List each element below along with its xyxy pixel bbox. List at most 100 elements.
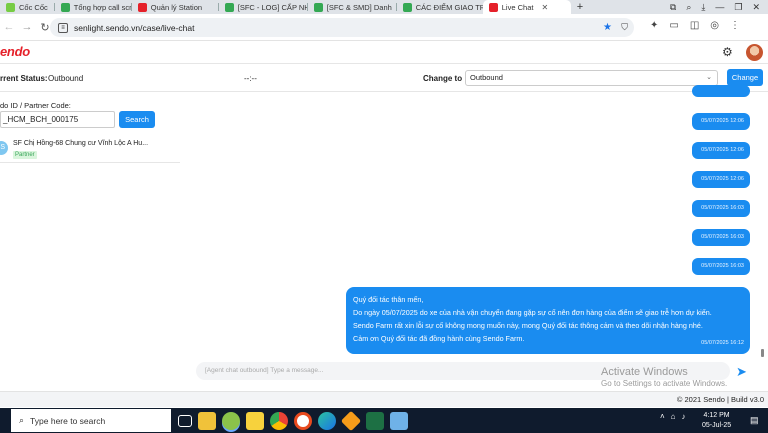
chat-bubble: [692, 85, 750, 97]
tab-label: Quản lý Station: [150, 2, 203, 12]
coccoc-icon: [6, 2, 15, 12]
app-header: endo ⚙: [0, 41, 768, 64]
search-label: do ID / Partner Code:: [0, 101, 71, 110]
change-to-label: Change to: [423, 74, 463, 83]
chat-bubble: 05/07/2025 16:03: [692, 200, 750, 217]
browser-tab-coccoc[interactable]: Cốc Cốc: [0, 0, 54, 14]
site-info-icon[interactable]: ≡: [58, 22, 68, 33]
tab-label: [SFC & SMD] Danh: [326, 2, 392, 12]
volume-icon[interactable]: ♪: [682, 412, 686, 421]
partner-code-input[interactable]: _HCM_BCH_000175: [0, 111, 115, 128]
change-button[interactable]: Change: [727, 69, 763, 86]
shield-icon[interactable]: ⛉: [621, 22, 628, 33]
sheets-icon: [60, 2, 70, 12]
browser-tab[interactable]: CÁC ĐIỂM GIAO TR: [397, 0, 483, 14]
send-icon[interactable]: ➤: [736, 364, 747, 380]
left-panel: do ID / Partner Code: _HCM_BCH_000175 Se…: [0, 93, 185, 383]
clock-time: 4:12 PM: [703, 412, 730, 419]
network-icon[interactable]: ⌂: [671, 412, 676, 421]
browser-tab-strip: Cốc Cốc Tổng hợp call scrip Quản lý Stat…: [0, 0, 768, 14]
chevron-up-icon[interactable]: ˄: [660, 412, 665, 421]
tab-label: Live Chat: [501, 2, 534, 12]
partner-badge: Partner: [13, 151, 37, 159]
notes-app-icon[interactable]: [390, 412, 408, 430]
clock-date: 05-Jul-25: [702, 422, 732, 429]
taskbar-search[interactable]: ⌕ Type here to search: [11, 409, 171, 432]
avatar[interactable]: [746, 44, 763, 61]
opera-icon[interactable]: [294, 412, 312, 430]
message-line: Sendo Farm rất xin lỗi sự cố không mong …: [353, 321, 703, 330]
message-line: Quý đối tác thân mến,: [353, 295, 424, 304]
bookmark-icon[interactable]: ⧉: [670, 2, 676, 13]
status-select[interactable]: Outbound ⌄: [465, 70, 718, 86]
sidebar-icon[interactable]: ◫: [690, 20, 699, 31]
close-window-icon[interactable]: ✕: [752, 2, 760, 13]
new-tab-button[interactable]: +: [571, 0, 589, 14]
sheets-icon: [402, 2, 412, 12]
taskbar-search-placeholder: Type here to search: [30, 415, 106, 426]
partner-name: SF Chị Hồng-68 Chung cư Vĩnh Lộc A Hu...: [13, 140, 149, 147]
tab-label: CÁC ĐIỂM GIAO TR: [415, 2, 483, 12]
message-line: Cảm ơn Quý đối tác đã đồng hành cùng Sen…: [353, 334, 525, 343]
extensions-icon[interactable]: ✦: [650, 20, 658, 31]
minimize-icon[interactable]: —: [715, 2, 724, 12]
chat-scrollbar[interactable]: [761, 349, 764, 357]
sendo-icon: [137, 2, 147, 12]
current-status-value: Outbound: [48, 74, 84, 83]
message-time: 05/07/2025 16:12: [701, 340, 744, 346]
app-footer: © 2021 Sendo | Build v3.0: [0, 391, 768, 407]
chat-bubble: 05/07/2025 16:03: [692, 258, 750, 275]
task-view-icon[interactable]: [178, 415, 192, 427]
chat-bubble: 05/07/2025 12:06: [692, 113, 750, 130]
browser-tab[interactable]: [SFC - LOG] CẤP NH: [219, 0, 307, 14]
menu-icon[interactable]: ⋮: [730, 20, 740, 31]
app-icon[interactable]: [340, 410, 362, 432]
windows-taskbar: ⌕ Type here to search ˄ ⌂ ♪ 4:12 PM 05-J…: [0, 408, 768, 433]
cast-icon[interactable]: ▭: [669, 20, 678, 31]
tab-label: [SFC - LOG] CẤP NH: [237, 2, 307, 12]
notification-icon[interactable]: ▤: [750, 415, 759, 426]
coccoc-browser-icon[interactable]: [222, 412, 240, 430]
chat-area: 05/07/2025 12:06 05/07/2025 12:06 05/07/…: [190, 85, 768, 383]
tab-label: Cốc Cốc: [19, 2, 48, 12]
profile-icon[interactable]: ◎: [710, 20, 719, 31]
forward-icon[interactable]: →: [18, 21, 36, 33]
back-icon[interactable]: ←: [0, 21, 18, 33]
sticky-notes-icon[interactable]: [246, 412, 264, 430]
call-timer: --:--: [244, 74, 257, 83]
download-icon[interactable]: ⤓: [701, 2, 705, 13]
partner-list-item[interactable]: S SF Chị Hồng-68 Chung cư Vĩnh Lộc A Hu.…: [0, 137, 180, 163]
search-button[interactable]: Search: [119, 111, 155, 128]
browser-tab[interactable]: [SFC & SMD] Danh: [308, 0, 396, 14]
browser-tab-active[interactable]: Live Chat ✕: [482, 0, 571, 14]
chevron-down-icon: ⌄: [706, 74, 712, 81]
browser-tab[interactable]: Quản lý Station: [132, 0, 218, 14]
url-text: senlight.sendo.vn/case/live-chat: [74, 22, 195, 33]
search-icon: ⌕: [19, 415, 25, 425]
status-bar: rrent Status: Outbound --:-- Change to O…: [0, 64, 768, 92]
current-status-label: rrent Status:: [0, 74, 48, 83]
close-tab-icon[interactable]: ✕: [541, 3, 548, 12]
edge-icon[interactable]: [318, 412, 336, 430]
sendo-logo: endo: [0, 44, 30, 59]
sendo-icon: [488, 2, 498, 12]
excel-icon[interactable]: [366, 412, 384, 430]
chat-message-long: Quý đối tác thân mến, Do ngày 05/07/2025…: [346, 287, 750, 354]
browser-tab[interactable]: Tổng hợp call scrip: [55, 0, 131, 14]
message-line: Do ngày 05/07/2025 do xe của nhà vận chu…: [353, 308, 712, 317]
footer-text: © 2021 Sendo | Build v3.0: [676, 395, 764, 404]
partner-avatar: S: [0, 141, 8, 155]
url-bar[interactable]: ≡ senlight.sendo.vn/case/live-chat ★ ⛉: [50, 18, 634, 37]
file-explorer-icon[interactable]: [198, 412, 216, 430]
tab-label: Tổng hợp call scrip: [73, 2, 131, 12]
chrome-icon[interactable]: [270, 412, 288, 430]
gear-icon[interactable]: ⚙: [722, 45, 733, 59]
restore-icon[interactable]: ❐: [734, 2, 742, 13]
taskbar-clock[interactable]: 4:12 PM 05-Jul-25: [702, 411, 731, 431]
chat-bubble: 05/07/2025 12:06: [692, 171, 750, 188]
status-select-value: Outbound: [470, 73, 503, 82]
star-icon[interactable]: ★: [603, 22, 612, 33]
sheets-icon: [313, 2, 323, 12]
sheets-icon: [224, 2, 234, 12]
search-icon[interactable]: ⌕: [686, 2, 691, 13]
